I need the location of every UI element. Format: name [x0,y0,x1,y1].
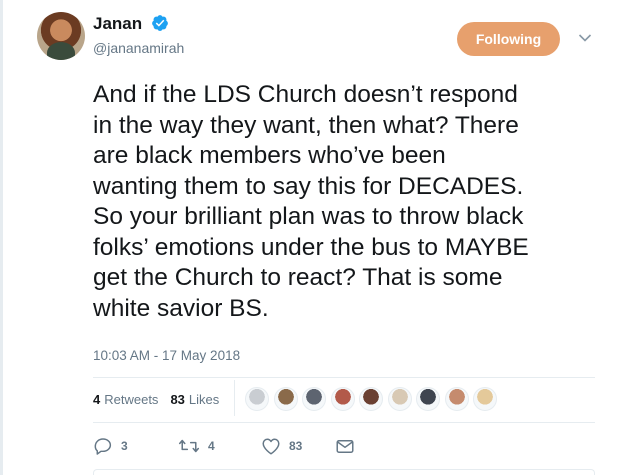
following-button[interactable]: Following [457,22,560,56]
heart-icon [262,438,280,455]
tweet-line: get the Church to react? That is some [93,264,503,291]
liker-avatar-9[interactable] [473,387,497,411]
author-avatar[interactable] [37,12,85,60]
retweet-count: 4 [208,439,215,453]
tweet-line: folks’ emotions under the bus to MAYBE [93,233,529,261]
liker-avatar-6[interactable] [387,387,412,411]
chevron-down-icon[interactable] [578,33,592,43]
like-count: 83 [289,439,303,453]
conversation-thread-line [0,0,3,475]
retweet-action[interactable]: 4 [178,438,261,454]
tweet-actions: 3 4 83 [93,437,354,455]
liker-avatar-7[interactable] [416,387,440,411]
tweet-line: white savior BS. [93,294,269,322]
direct-message-action[interactable] [336,439,354,454]
reply-icon [94,438,112,455]
liker-avatars [245,387,502,411]
author-handle[interactable]: @jananamirah [93,40,184,56]
tweet-line: And if the LDS Church doesn’t respond [93,81,518,108]
like-action[interactable]: 83 [261,437,336,455]
tweet-line: are black members who’ve been [93,142,446,169]
tweet-line: wanting them to say this for DECADES. [93,172,524,200]
liker-avatar-3[interactable] [302,387,326,411]
liker-avatar-5[interactable] [359,387,383,411]
reply-action[interactable]: 3 [93,437,178,455]
tweet-text: And if the LDS Church doesn’t respond in… [93,80,623,324]
tweet-line: So your brilliant plan was to throw blac… [93,203,524,230]
stats-bottom-divider [93,422,595,423]
verified-badge-icon [152,15,168,31]
retweets-stat[interactable]: 4 Retweets [93,392,158,407]
tweet-timestamp[interactable]: 10:03 AM - 17 May 2018 [93,348,240,363]
envelope-icon [336,439,354,453]
retweets-label: Retweets [104,391,159,407]
likes-count: 83 [170,391,185,407]
likes-stat[interactable]: 83 Likes [170,392,219,407]
tweet-stats: 4 Retweets 83 Likes [93,388,219,410]
retweets-count: 4 [93,391,101,407]
liker-avatar-2[interactable] [273,387,298,411]
liker-avatar-8[interactable] [444,387,469,411]
stats-separator [234,380,235,416]
retweet-icon [178,439,200,453]
stats-top-divider [93,377,595,378]
tweet-line: in the way they want, then what? There [93,111,519,139]
reply-box-edge [93,469,595,475]
liker-avatar-4[interactable] [330,387,355,411]
author-name[interactable]: Janan [93,14,142,34]
liker-avatar-1[interactable] [245,387,269,411]
likes-label: Likes [188,391,220,407]
reply-count: 3 [121,439,128,453]
